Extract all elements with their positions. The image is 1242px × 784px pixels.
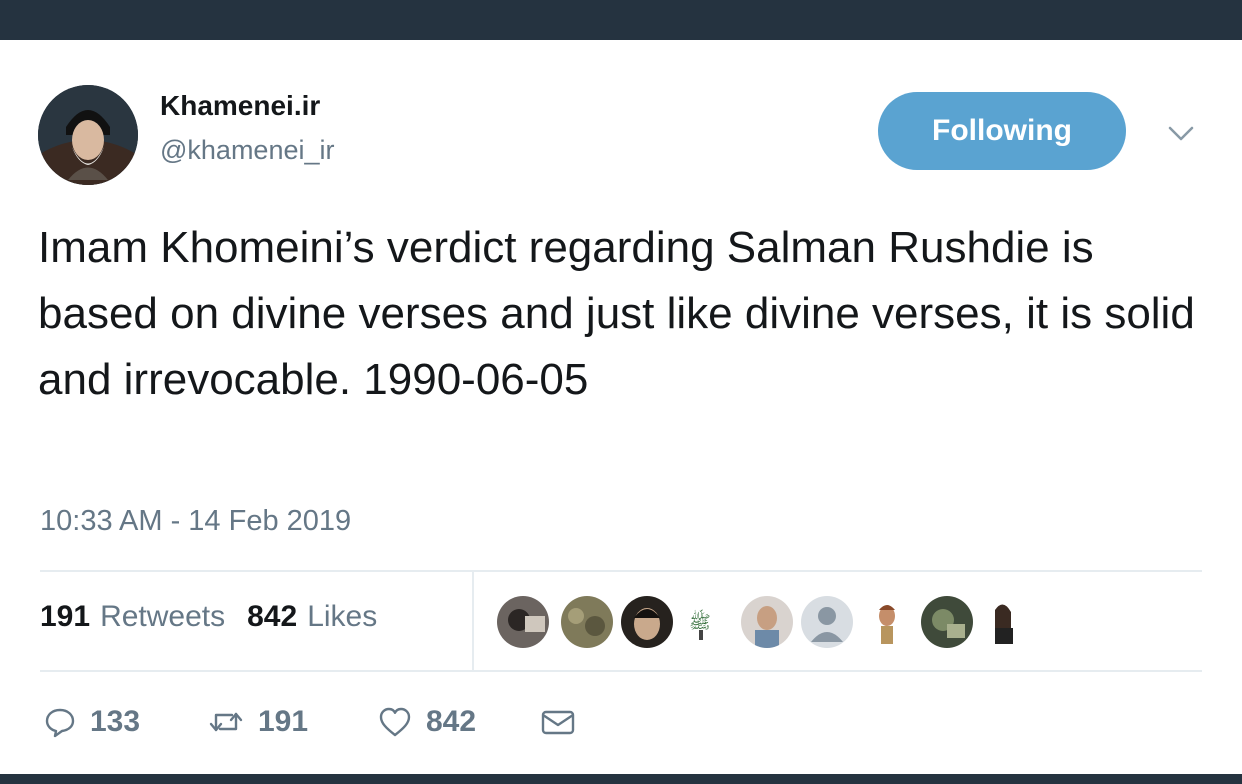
liker-avatar[interactable] <box>497 596 549 648</box>
tweet-timestamp[interactable]: 10:33 AM - 14 Feb 2019 <box>40 505 351 538</box>
liker-avatars: ﷺ <box>497 596 1057 648</box>
like-button[interactable]: 842 <box>378 700 476 744</box>
likes-label[interactable]: Likes <box>307 600 377 634</box>
liker-avatar[interactable] <box>861 596 913 648</box>
user-handle[interactable]: @khamenei_ir <box>160 135 335 166</box>
liker-avatar[interactable] <box>741 596 793 648</box>
svg-text:ﷺ: ﷺ <box>689 609 711 633</box>
liker-avatar[interactable] <box>801 596 853 648</box>
avatar-image <box>38 85 138 185</box>
tweet-text: Imam Khomeini’s verdict regarding Salman… <box>38 223 1195 404</box>
divider-bottom <box>40 670 1202 672</box>
bottom-bar <box>0 774 1242 784</box>
liker-avatar[interactable] <box>981 596 1033 648</box>
liker-avatar[interactable] <box>561 596 613 648</box>
reply-button[interactable]: 133 <box>44 700 140 744</box>
user-avatar[interactable] <box>38 85 138 185</box>
retweet-button[interactable]: 191 <box>208 700 308 744</box>
retweet-count: 191 <box>258 705 309 738</box>
stats-separator <box>472 572 474 670</box>
divider-top <box>40 570 1202 572</box>
reply-icon <box>44 706 76 738</box>
liker-avatar[interactable]: ﷺ <box>681 596 733 648</box>
liker-avatar[interactable] <box>621 596 673 648</box>
chevron-down-icon[interactable] <box>1166 122 1196 146</box>
display-name[interactable]: Khamenei.ir <box>160 90 320 122</box>
top-bar <box>0 0 1242 40</box>
liker-avatar[interactable] <box>921 596 973 648</box>
like-count: 842 <box>426 705 477 738</box>
envelope-icon <box>540 706 576 738</box>
following-button[interactable]: Following <box>878 92 1126 170</box>
retweets-label[interactable]: Retweets <box>100 600 225 634</box>
message-button[interactable] <box>540 700 576 744</box>
retweet-icon <box>208 706 244 738</box>
engagement-stats: 191 Retweets 842 Likes <box>40 600 377 634</box>
likes-count[interactable]: 842 <box>247 600 297 634</box>
heart-icon <box>378 706 412 738</box>
retweets-count[interactable]: 191 <box>40 600 90 634</box>
reply-count: 133 <box>90 705 141 738</box>
